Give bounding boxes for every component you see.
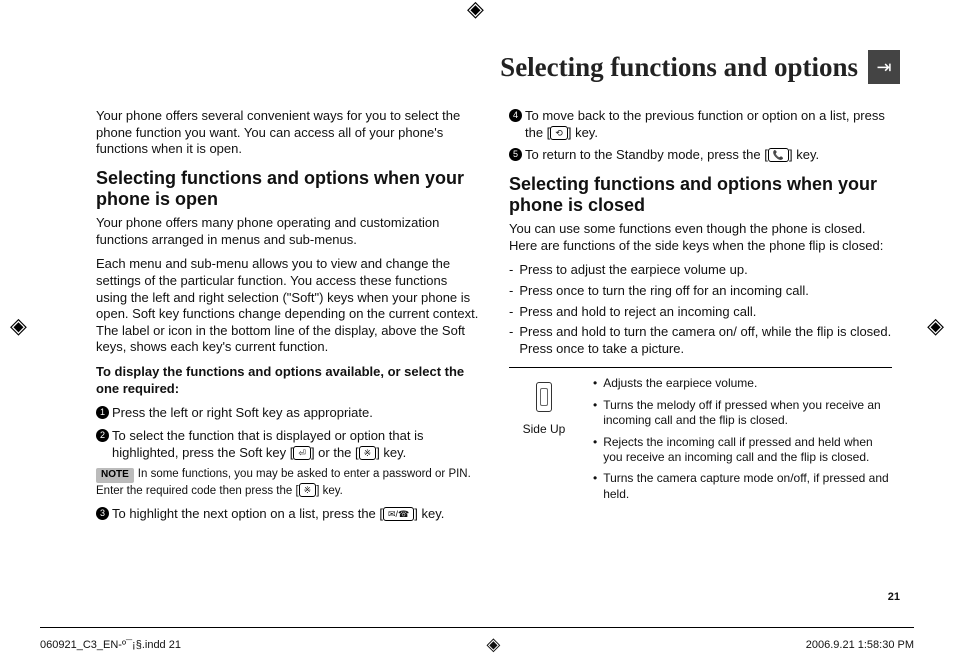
footer-file: 060921_C3_EN-º¯¡§.indd 21 bbox=[40, 639, 181, 651]
header: Selecting functions and options ⇥ bbox=[500, 50, 900, 84]
step-text: Press the left or right Soft key as appr… bbox=[112, 405, 479, 422]
section-heading-closed: Selecting functions and options when you… bbox=[509, 174, 892, 217]
intro-text: Your phone offers several convenient way… bbox=[96, 108, 479, 158]
footer: 060921_C3_EN-º¯¡§.indd 21 ◈ 2006.9.21 1:… bbox=[40, 627, 914, 655]
step-text: To select the function that is displayed… bbox=[112, 428, 479, 461]
step-number-icon: 4 bbox=[509, 109, 522, 122]
note-block: NOTEIn some functions, you may be asked … bbox=[96, 467, 479, 498]
dash-item: Press once to turn the ring off for an i… bbox=[509, 283, 892, 300]
bullet-item: Rejects the incoming call if pressed and… bbox=[593, 435, 892, 466]
content-columns: Your phone offers several convenient way… bbox=[96, 108, 892, 529]
bullet-item: Turns the camera capture mode on/off, if… bbox=[593, 471, 892, 502]
nav-key-icon: ✉/☎ bbox=[383, 507, 414, 521]
crop-mark-top: ◈ bbox=[467, 0, 484, 22]
step-4: 4 To move back to the previous function … bbox=[509, 108, 892, 141]
step-1: 1 Press the left or right Soft key as ap… bbox=[96, 405, 479, 422]
right-column: 4 To move back to the previous function … bbox=[509, 108, 892, 529]
ok-key-icon: ⏎ bbox=[293, 446, 311, 460]
open-p1: Your phone offers many phone operating a… bbox=[96, 215, 479, 248]
section-heading-open: Selecting functions and options when you… bbox=[96, 168, 479, 211]
step-text: To move back to the previous function or… bbox=[525, 108, 892, 141]
step-text: To return to the Standby mode, press the… bbox=[525, 147, 892, 164]
step-2: 2 To select the function that is display… bbox=[96, 428, 479, 461]
page-number: 21 bbox=[888, 591, 900, 603]
page: ◈ ◈ ◈ Selecting functions and options ⇥ … bbox=[0, 0, 954, 665]
side-key-table: Side Up Adjusts the earpiece volume. Tur… bbox=[509, 376, 892, 508]
crop-mark-left: ◈ bbox=[10, 313, 27, 339]
footer-timestamp: 2006.9.21 1:58:30 PM bbox=[806, 639, 914, 651]
step-5: 5 To return to the Standby mode, press t… bbox=[509, 147, 892, 164]
back-key-icon: ⟲ bbox=[550, 126, 568, 140]
dash-item: Press and hold to reject an incoming cal… bbox=[509, 304, 892, 321]
note-badge: NOTE bbox=[96, 468, 134, 483]
side-key-label-col: Side Up bbox=[509, 376, 579, 437]
end-key-icon: 📞 bbox=[768, 148, 789, 162]
side-key-bullets: Adjusts the earpiece volume. Turns the m… bbox=[593, 376, 892, 508]
dash-item: Press to adjust the earpiece volume up. bbox=[509, 262, 892, 279]
center-key-icon: ※ bbox=[359, 446, 377, 460]
step-number-icon: 5 bbox=[509, 148, 522, 161]
enter-icon: ⇥ bbox=[868, 50, 900, 84]
closed-p1: You can use some functions even though t… bbox=[509, 221, 892, 254]
center-key-icon: ※ bbox=[299, 483, 317, 497]
crop-mark-bottom: ◈ bbox=[486, 634, 500, 655]
open-lead: To display the functions and options ava… bbox=[96, 364, 479, 397]
page-title: Selecting functions and options bbox=[500, 52, 858, 83]
dash-item: Press and hold to turn the camera on/ of… bbox=[509, 324, 892, 357]
side-key-icon bbox=[536, 382, 552, 412]
crop-mark-right: ◈ bbox=[927, 313, 944, 339]
bullet-item: Adjusts the earpiece volume. bbox=[593, 376, 892, 391]
bullet-item: Turns the melody off if pressed when you… bbox=[593, 398, 892, 429]
step-number-icon: 2 bbox=[96, 429, 109, 442]
side-up-label: Side Up bbox=[523, 422, 566, 437]
step-text: To highlight the next option on a list, … bbox=[112, 506, 479, 523]
left-column: Your phone offers several convenient way… bbox=[96, 108, 479, 529]
step-number-icon: 1 bbox=[96, 406, 109, 419]
step-3: 3 To highlight the next option on a list… bbox=[96, 506, 479, 523]
step-number-icon: 3 bbox=[96, 507, 109, 520]
divider bbox=[509, 367, 892, 368]
open-p2: Each menu and sub-menu allows you to vie… bbox=[96, 256, 479, 356]
